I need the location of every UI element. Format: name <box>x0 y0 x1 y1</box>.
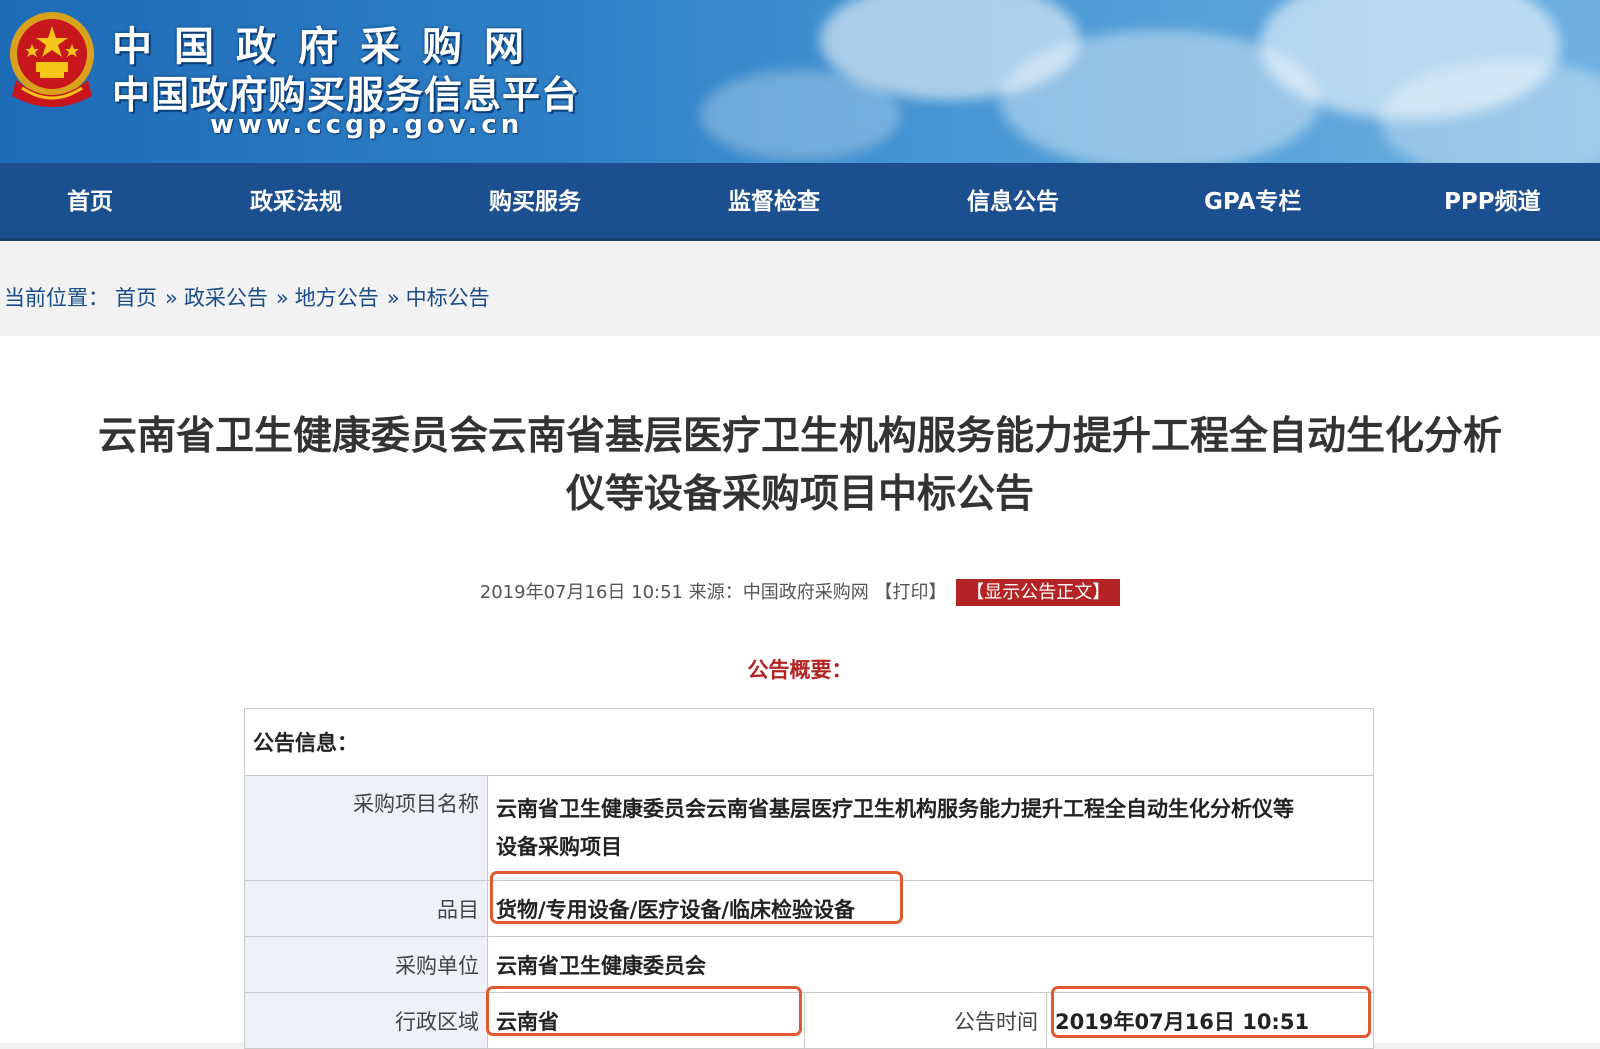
source-name: 中国政府采购网 <box>742 582 869 603</box>
national-emblem-icon[interactable] <box>6 10 98 110</box>
site-url[interactable]: www.ccgp.gov.cn <box>210 110 523 140</box>
nav-item-regulations[interactable]: 政采法规 <box>250 163 342 241</box>
purchaser-label: 采购单位 <box>244 936 488 993</box>
breadcrumb: 当前位置： 首页» 政采公告» 地方公告» 中标公告 <box>4 282 496 312</box>
print-link[interactable]: 【打印】 <box>874 582 946 603</box>
category-label: 品目 <box>244 880 488 937</box>
summary-heading: 公告概要： <box>747 658 853 682</box>
breadcrumb-separator: » <box>386 286 400 310</box>
page-title-line2: 仪等设备采购项目中标公告 <box>565 472 1034 517</box>
category-highlight-box <box>490 871 903 924</box>
page-title: 云南省卫生健康委员会云南省基层医疗卫生机构服务能力提升工程全自动生化分析 仪等设… <box>20 408 1580 524</box>
nav-item-supervision[interactable]: 监督检查 <box>728 163 820 241</box>
project-name-value: 云南省卫生健康委员会云南省基层医疗卫生机构服务能力提升工程全自动生化分析仪等 设… <box>487 775 1374 881</box>
breadcrumb-item-home[interactable]: 首页 <box>115 286 157 310</box>
purchaser-value: 云南省卫生健康委员会 <box>487 936 1374 993</box>
table-row: 采购单位 云南省卫生健康委员会 <box>244 936 1374 993</box>
nav-item-purchase-services[interactable]: 购买服务 <box>489 163 581 241</box>
main-nav: 首页 政采法规 购买服务 监督检查 信息公告 GPA专栏 PPP频道 <box>0 163 1600 241</box>
info-table-header: 公告信息： <box>244 708 1374 776</box>
source-label: 来源： <box>688 582 743 603</box>
nav-item-ppp[interactable]: PPP频道 <box>1444 163 1541 241</box>
breadcrumb-item-procurement[interactable]: 政采公告 <box>184 286 268 310</box>
article-meta: 2019年07月16日 10:51 来源：中国政府采购网 【打印】 【显示公告正… <box>0 578 1600 606</box>
table-row: 采购项目名称 云南省卫生健康委员会云南省基层医疗卫生机构服务能力提升工程全自动生… <box>244 775 1374 881</box>
page-title-line1: 云南省卫生健康委员会云南省基层医疗卫生机构服务能力提升工程全自动生化分析 <box>97 414 1502 459</box>
show-full-text-button[interactable]: 【显示公告正文】 <box>956 579 1121 606</box>
project-name-line2: 设备采购项目 <box>496 835 622 859</box>
project-name-label: 采购项目名称 <box>244 775 488 881</box>
breadcrumb-prefix: 当前位置： <box>4 286 109 310</box>
region-label: 行政区域 <box>244 992 488 1049</box>
publish-time-label: 公告时间 <box>804 992 1047 1049</box>
publish-date: 2019年07月16日 10:51 <box>479 582 683 603</box>
publish-time-highlight-box <box>1051 986 1371 1038</box>
site-banner: 中国政府采购网 中国政府购买服务信息平台 www.ccgp.gov.cn <box>0 0 1600 163</box>
project-name-line1: 云南省卫生健康委员会云南省基层医疗卫生机构服务能力提升工程全自动生化分析仪等 <box>496 797 1294 821</box>
breadcrumb-item-award[interactable]: 中标公告 <box>406 286 490 310</box>
nav-item-gpa[interactable]: GPA专栏 <box>1204 163 1301 241</box>
region-highlight-box <box>486 986 802 1036</box>
nav-item-announcements[interactable]: 信息公告 <box>967 163 1059 241</box>
breadcrumb-separator: » <box>165 286 178 310</box>
nav-item-home[interactable]: 首页 <box>67 163 113 241</box>
breadcrumb-separator: » <box>275 286 289 310</box>
article-content: 云南省卫生健康委员会云南省基层医疗卫生机构服务能力提升工程全自动生化分析 仪等设… <box>0 336 1600 1049</box>
breadcrumb-item-local[interactable]: 地方公告 <box>295 286 379 310</box>
